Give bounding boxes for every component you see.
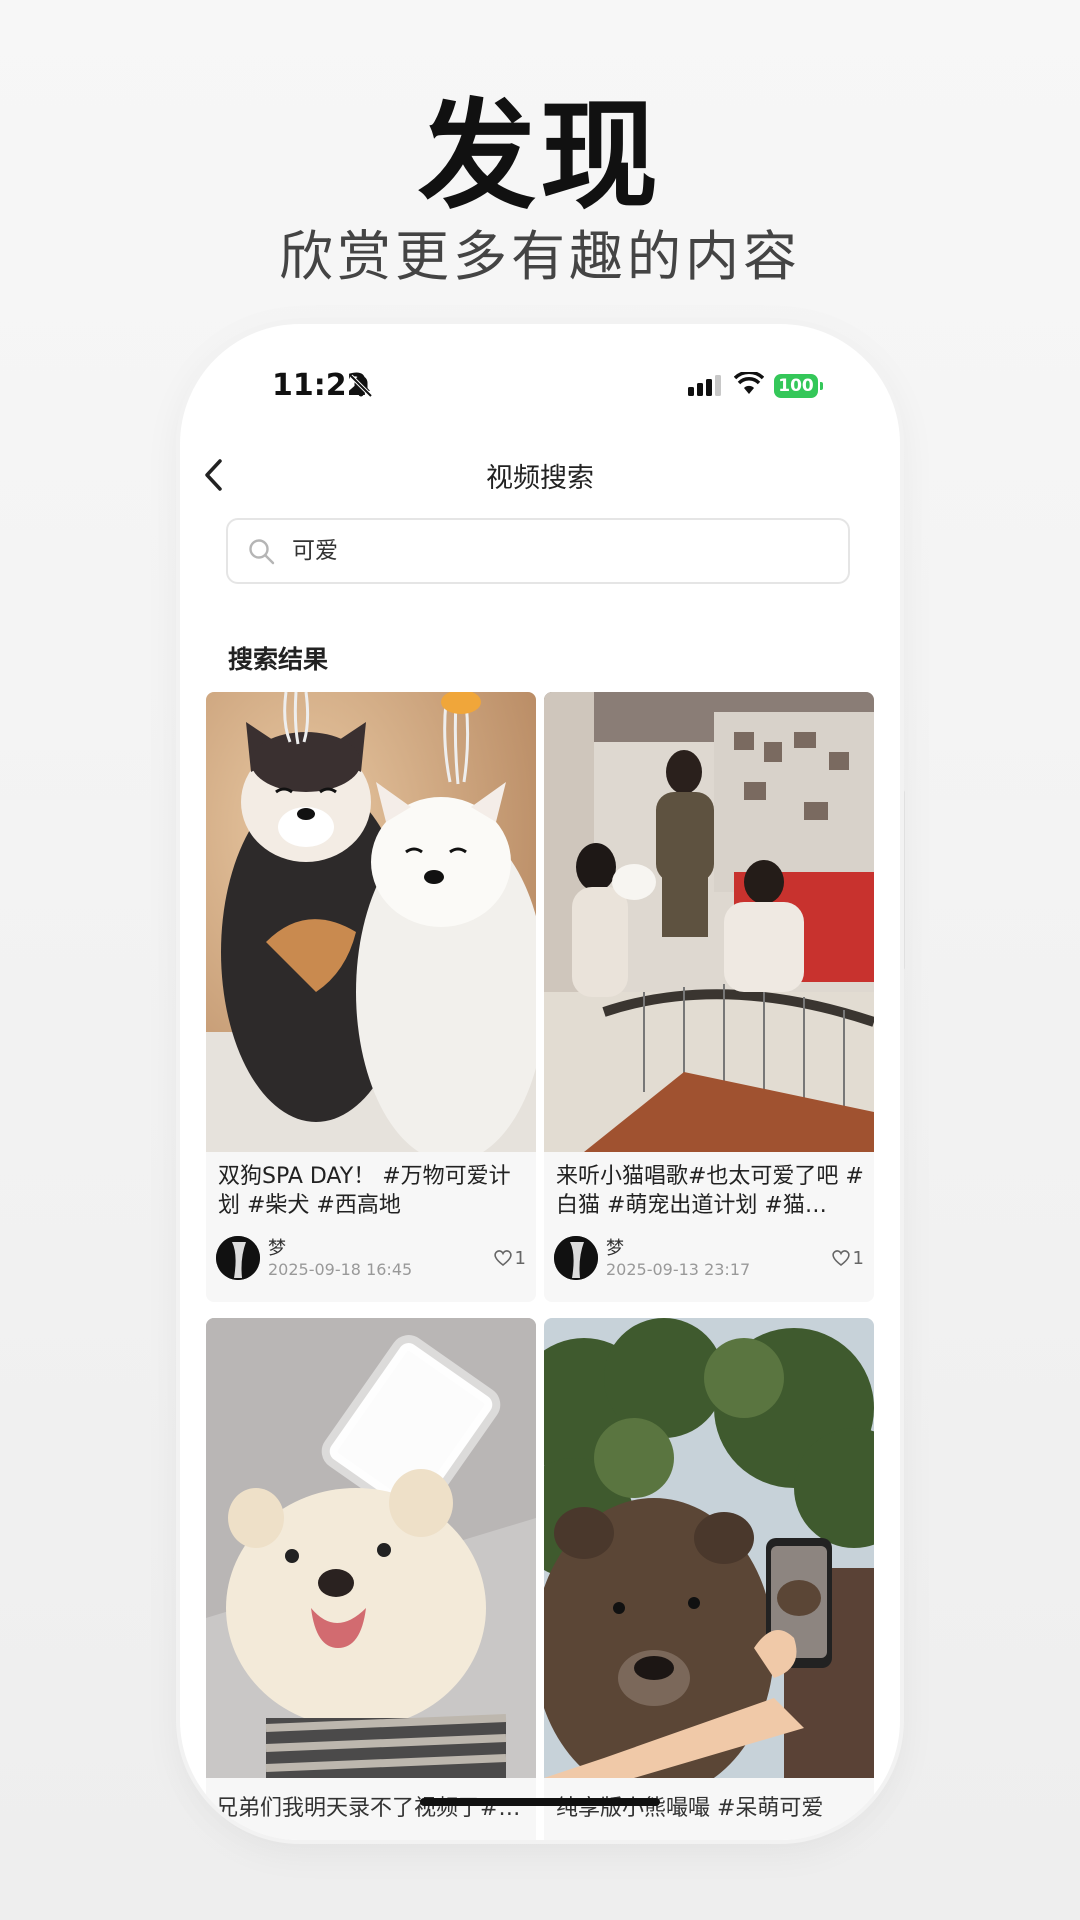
status-bar: 11:22 100 bbox=[180, 368, 900, 418]
search-input[interactable] bbox=[292, 520, 812, 582]
like-count[interactable]: 1 bbox=[831, 1248, 864, 1269]
battery-indicator: 100 bbox=[774, 374, 818, 398]
hero-subtitle: 欣赏更多有趣的内容 bbox=[279, 225, 801, 288]
phone-screen: 11:22 100 视频搜索 可爱 搜索结果 双狗SPA DAY！ #万物可爱计… bbox=[180, 324, 900, 1840]
home-indicator[interactable] bbox=[420, 1798, 660, 1806]
video-caption[interactable]: 来听小猫唱歌#也太可爱了吧 #白猫 #萌宠出道计划 #猫… bbox=[556, 1162, 864, 1220]
author-name[interactable]: 梦 bbox=[606, 1234, 624, 1260]
cellular-signal-icon bbox=[688, 374, 724, 400]
hero-title: 发现 bbox=[417, 87, 662, 225]
result-card[interactable] bbox=[544, 1318, 874, 1840]
nav-bar: 视频搜索 bbox=[180, 444, 900, 504]
battery-tip bbox=[820, 382, 823, 390]
result-card[interactable] bbox=[206, 1318, 536, 1840]
wifi-icon bbox=[733, 370, 765, 400]
like-count-value: 1 bbox=[514, 1248, 526, 1269]
result-card[interactable]: 来听小猫唱歌#也太可爱了吧 #白猫 #萌宠出道计划 #猫… 梦 2025-09-… bbox=[544, 692, 874, 1302]
video-caption[interactable]: 双狗SPA DAY！ #万物可爱计划 #柴犬 #西高地 bbox=[218, 1162, 526, 1220]
video-caption-partial[interactable]: 纯享版小熊嘬嘬 #呆萌可爱 bbox=[556, 1790, 886, 1822]
author-avatar[interactable] bbox=[554, 1236, 598, 1280]
post-date: 2025-09-18 16:45 bbox=[268, 1260, 413, 1279]
video-thumbnail[interactable] bbox=[206, 1318, 536, 1778]
search-icon bbox=[248, 538, 276, 570]
like-count-value: 1 bbox=[852, 1248, 864, 1269]
post-date: 2025-09-13 23:17 bbox=[606, 1260, 751, 1279]
video-caption-partial[interactable]: 兄弟们我明天录不了视频了#… bbox=[216, 1790, 546, 1822]
mute-bell-icon bbox=[348, 374, 374, 402]
heart-icon bbox=[493, 1248, 515, 1269]
author-name[interactable]: 梦 bbox=[268, 1234, 286, 1260]
like-count[interactable]: 1 bbox=[493, 1248, 526, 1269]
video-thumbnail[interactable] bbox=[206, 692, 536, 1152]
section-title: 搜索结果 bbox=[228, 645, 329, 674]
search-box[interactable] bbox=[226, 518, 850, 584]
video-thumbnail[interactable] bbox=[544, 692, 874, 1152]
heart-icon bbox=[831, 1248, 853, 1269]
video-thumbnail[interactable] bbox=[544, 1318, 874, 1778]
page-title: 视频搜索 bbox=[486, 463, 594, 494]
phone-side-button bbox=[900, 790, 905, 970]
result-card[interactable]: 双狗SPA DAY！ #万物可爱计划 #柴犬 #西高地 梦 2025-09-18… bbox=[206, 692, 536, 1302]
author-avatar[interactable] bbox=[216, 1236, 260, 1280]
